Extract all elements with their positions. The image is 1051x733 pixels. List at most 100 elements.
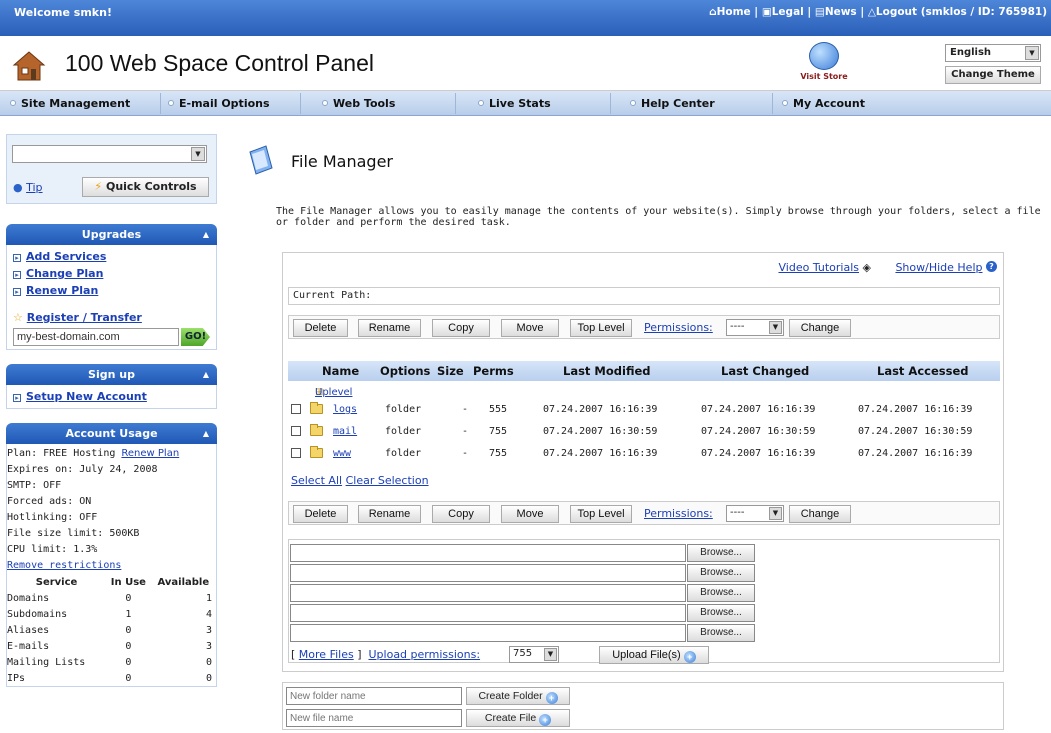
- upgrades-panel: ▸ Add Services ▸ Change Plan ▸ Renew Plan ☆…: [6, 245, 217, 350]
- tag-icon: ◈: [862, 261, 871, 274]
- renew-plan-link[interactable]: ▸ Renew Plan: [13, 282, 210, 299]
- register-transfer-link[interactable]: ☆ Register / Transfer: [13, 309, 210, 326]
- rename-button[interactable]: Rename: [358, 505, 421, 523]
- file-manager-panel: Video Tutorials ◈ Show/Hide Help ? Curre…: [282, 252, 1004, 672]
- action-toolbar-top: Delete Rename Copy Move Top Level Permis…: [288, 315, 1000, 339]
- nav-site-management[interactable]: Site Management: [10, 97, 130, 110]
- home-link[interactable]: Home: [717, 6, 751, 18]
- file-name-link[interactable]: mail: [333, 426, 357, 437]
- more-files-link[interactable]: More Files: [299, 648, 354, 661]
- create-folder-button[interactable]: Create Folder +: [466, 687, 570, 705]
- file-accessed: 07.24.2007 16:30:59: [858, 426, 973, 437]
- delete-button[interactable]: Delete: [293, 319, 348, 337]
- browse-button[interactable]: Browse...: [687, 584, 755, 602]
- upgrades-panel-header[interactable]: Upgrades ▲: [6, 224, 217, 245]
- browse-button[interactable]: Browse...: [687, 544, 755, 562]
- change-plan-link[interactable]: ▸ Change Plan: [13, 265, 210, 282]
- delete-button[interactable]: Delete: [293, 505, 348, 523]
- news-icon: ▤: [814, 6, 825, 18]
- add-services-link[interactable]: ▸ Add Services: [13, 248, 210, 265]
- permissions-label[interactable]: Permissions:: [644, 507, 713, 520]
- permissions-select[interactable]: ---- ▼: [726, 505, 784, 522]
- move-button[interactable]: Move: [501, 319, 559, 337]
- top-level-button[interactable]: Top Level: [570, 505, 632, 523]
- upload-permissions-select[interactable]: 755 ▼: [509, 646, 559, 663]
- change-theme-button[interactable]: Change Theme: [945, 66, 1041, 84]
- help-icon[interactable]: ?: [986, 261, 997, 272]
- copy-button[interactable]: Copy: [432, 505, 490, 523]
- setup-new-account-link[interactable]: ▸ Setup New Account: [13, 388, 210, 405]
- row-checkbox[interactable]: [291, 404, 301, 414]
- browse-button[interactable]: Browse...: [687, 624, 755, 642]
- table-row: IPs 0 0: [7, 672, 212, 684]
- signup-panel-header[interactable]: Sign up ▲: [6, 364, 217, 385]
- top-level-button[interactable]: Top Level: [570, 319, 632, 337]
- nav-my-account[interactable]: My Account: [782, 97, 865, 110]
- file-manager-icon: [249, 145, 273, 175]
- domain-input[interactable]: [13, 328, 179, 346]
- row-checkbox[interactable]: [291, 426, 301, 436]
- clear-selection-link[interactable]: Clear Selection: [346, 474, 429, 487]
- renew-plan-link[interactable]: Renew Plan: [121, 448, 179, 459]
- permissions-select[interactable]: ---- ▼: [726, 319, 784, 336]
- chevron-down-icon: ▼: [769, 321, 782, 334]
- language-select[interactable]: English ▼: [945, 44, 1041, 62]
- remove-restrictions-link[interactable]: Remove restrictions: [7, 560, 121, 571]
- usage-line: File size limit: 500KB: [7, 528, 140, 539]
- show-hide-help-link[interactable]: Show/Hide Help: [895, 261, 982, 274]
- table-row: mail folder - 755 07.24.2007 16:30:59 07…: [288, 421, 1000, 443]
- bullet-icon: [782, 100, 788, 106]
- move-button[interactable]: Move: [501, 505, 559, 523]
- file-upload-input[interactable]: [290, 624, 686, 642]
- page-title: 100 Web Space Control Panel: [65, 50, 374, 76]
- create-file-button[interactable]: Create File +: [466, 709, 570, 727]
- lightning-icon: ⚡: [94, 180, 103, 193]
- legal-link[interactable]: Legal: [772, 6, 804, 18]
- file-upload-input[interactable]: [290, 564, 686, 582]
- file-name-link[interactable]: logs: [333, 404, 357, 415]
- news-link[interactable]: News: [825, 6, 857, 18]
- nav-email-options[interactable]: E-mail Options: [168, 97, 270, 110]
- copy-button[interactable]: Copy: [432, 319, 490, 337]
- column-header: Last Accessed: [877, 364, 969, 378]
- change-button[interactable]: Change: [789, 505, 851, 523]
- permissions-label[interactable]: Permissions:: [644, 321, 713, 334]
- account-usage-panel-header[interactable]: Account Usage ▲: [6, 423, 217, 444]
- nav-web-tools[interactable]: Web Tools: [322, 97, 395, 110]
- column-header: Available: [157, 576, 210, 588]
- file-upload-input[interactable]: [290, 584, 686, 602]
- file-name-link[interactable]: www: [333, 448, 351, 459]
- bullet-icon: [630, 100, 636, 106]
- tip-link[interactable]: ● Tip: [13, 181, 43, 194]
- file-upload-input[interactable]: [290, 544, 686, 562]
- video-tutorials-link[interactable]: Video Tutorials: [779, 261, 860, 274]
- browse-button[interactable]: Browse...: [687, 604, 755, 622]
- upload-files-button[interactable]: Upload File(s) +: [599, 646, 709, 664]
- go-button[interactable]: GO!: [181, 328, 210, 346]
- upload-panel: Browse... Browse... Browse... Browse... …: [288, 539, 1000, 664]
- upload-permissions-label[interactable]: Upload permissions:: [369, 648, 481, 661]
- list-bullet-icon: ▸: [13, 254, 21, 262]
- bullet-icon: [10, 100, 16, 106]
- nav-live-stats[interactable]: Live Stats: [478, 97, 551, 110]
- file-upload-input[interactable]: [290, 604, 686, 622]
- logout-link[interactable]: Logout (smklos / ID: 765981): [876, 6, 1047, 18]
- row-checkbox[interactable]: [291, 448, 301, 458]
- quick-controls-button[interactable]: ⚡ Quick Controls: [82, 177, 209, 197]
- visit-store-button[interactable]: Visit Store: [795, 42, 853, 86]
- column-header: Service: [35, 576, 78, 588]
- file-modified: 07.24.2007 16:30:59: [543, 426, 658, 437]
- browse-button[interactable]: Browse...: [687, 564, 755, 582]
- legal-icon: ▣: [761, 6, 772, 18]
- nav-help-center[interactable]: Help Center: [630, 97, 715, 110]
- tool-select[interactable]: ▼: [12, 145, 207, 163]
- list-bullet-icon: ▸: [13, 288, 21, 296]
- column-header: In Use: [110, 576, 146, 588]
- change-button[interactable]: Change: [789, 319, 851, 337]
- new-folder-input[interactable]: [286, 687, 462, 705]
- file-modified: 07.24.2007 16:16:39: [543, 448, 658, 459]
- table-row: Mailing Lists 0 0: [7, 656, 212, 668]
- new-file-input[interactable]: [286, 709, 462, 727]
- select-all-link[interactable]: Select All: [291, 474, 342, 487]
- rename-button[interactable]: Rename: [358, 319, 421, 337]
